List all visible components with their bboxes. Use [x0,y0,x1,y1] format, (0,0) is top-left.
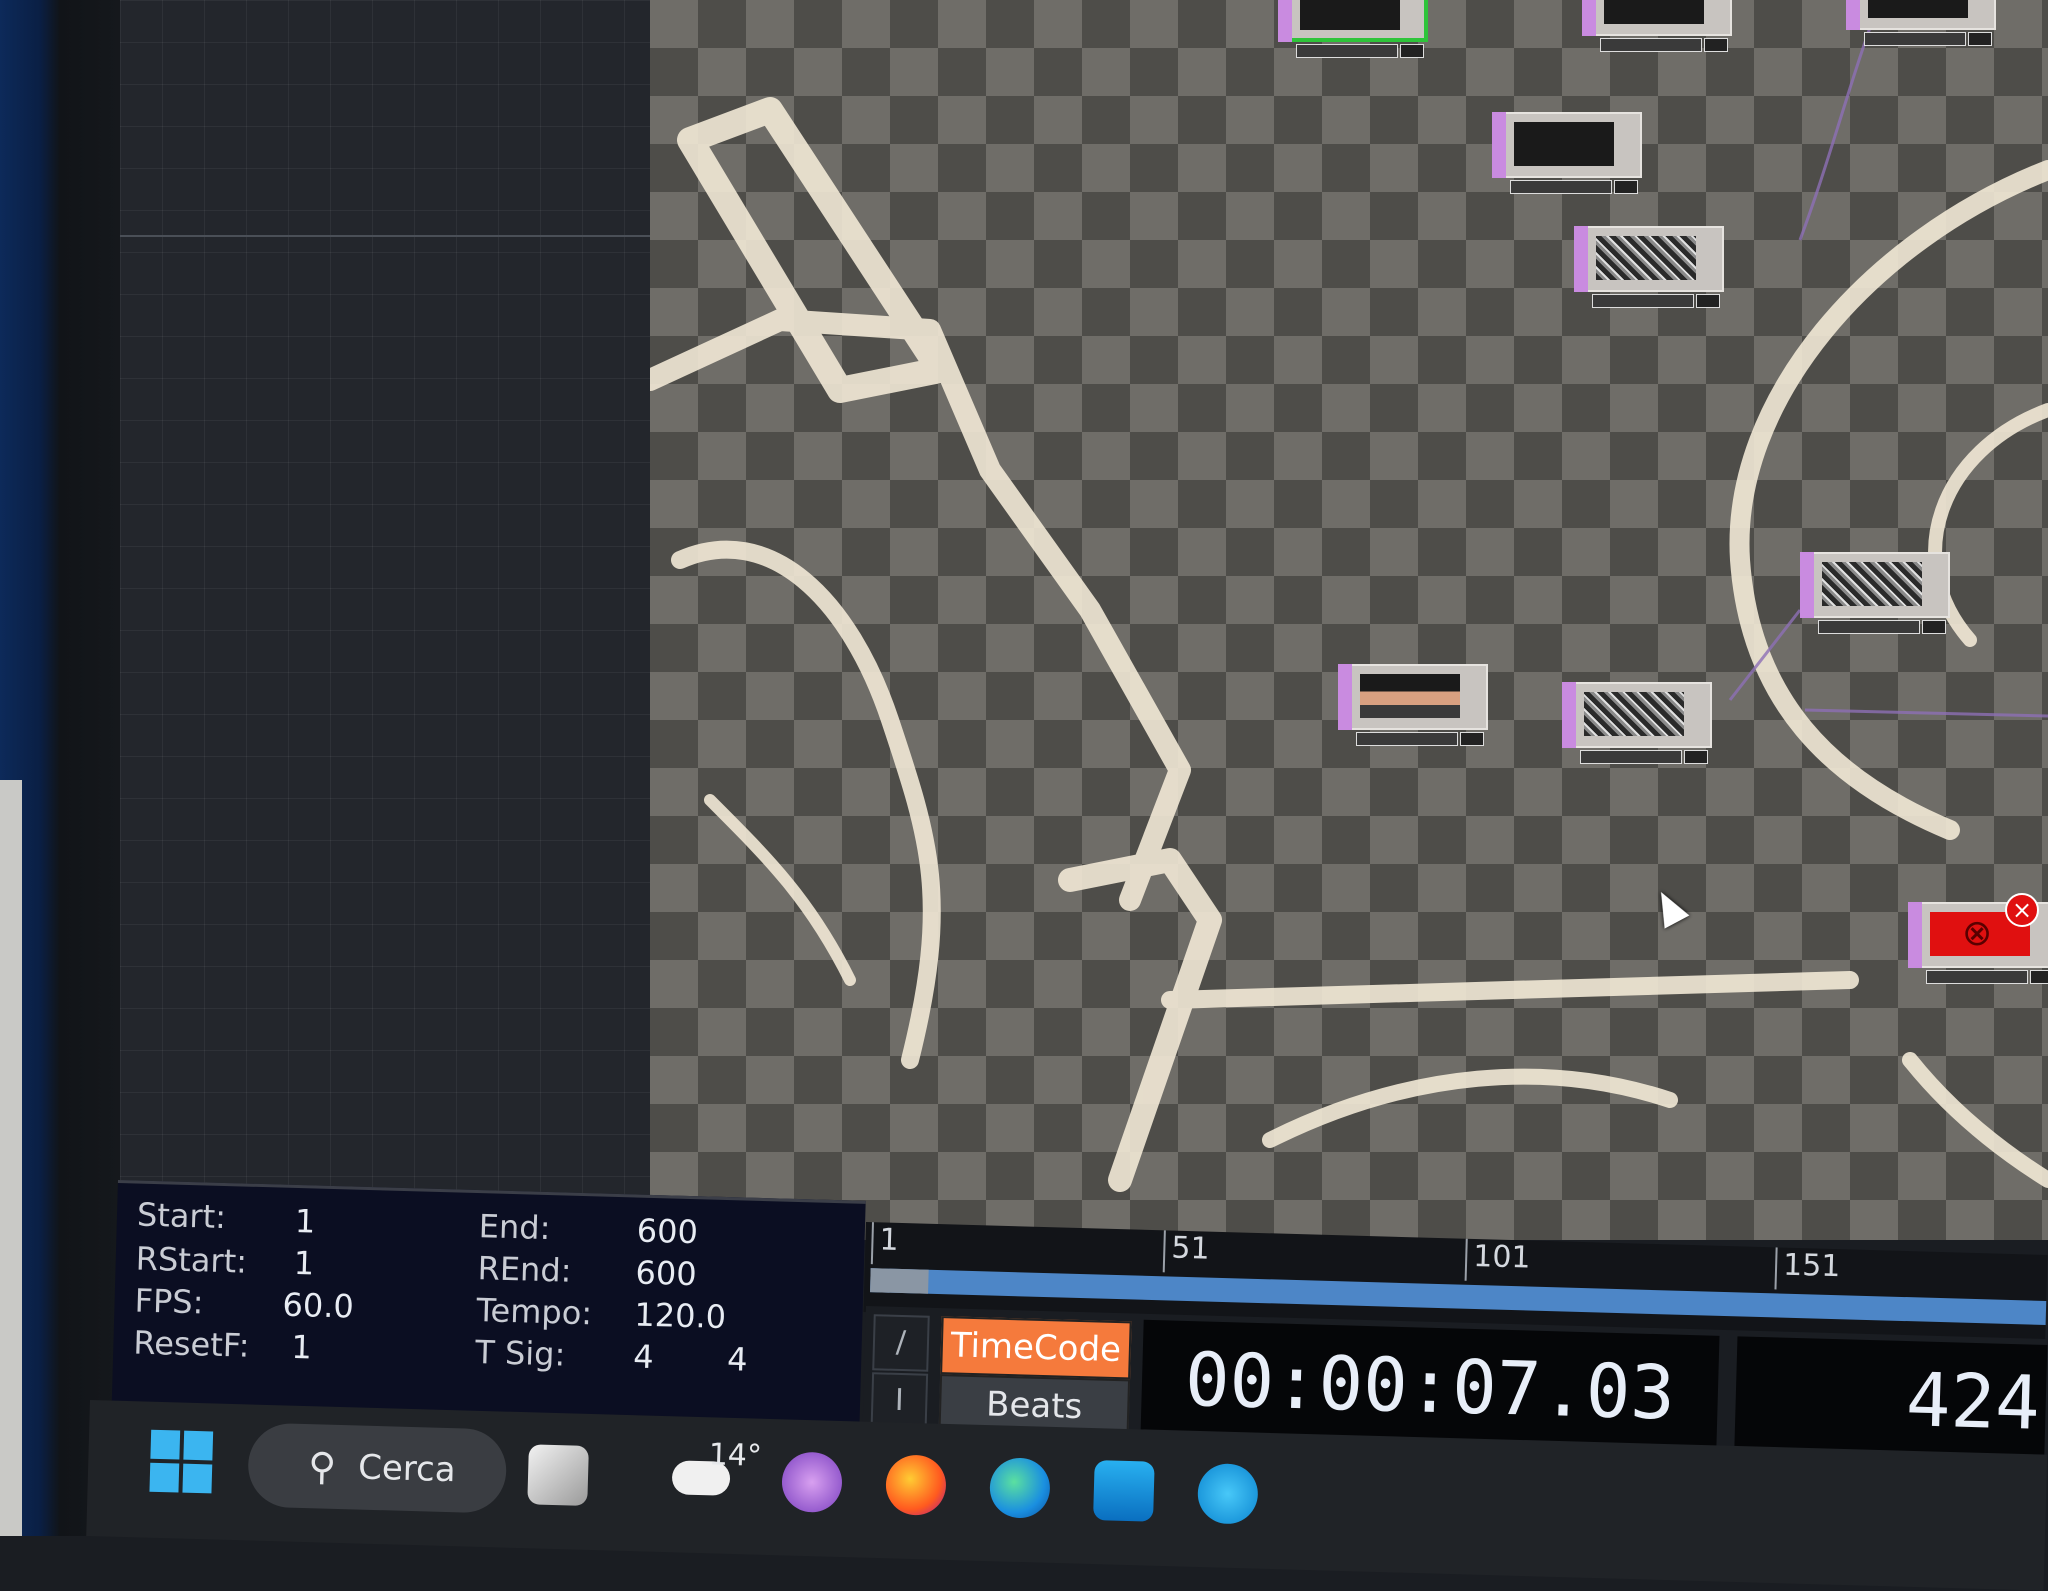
node-ports[interactable] [1614,180,1638,194]
node-flag[interactable] [1574,226,1588,292]
timecode-mode-button[interactable]: TimeCode [940,1316,1132,1380]
start-label: Start: [136,1195,227,1237]
node-preview [1584,692,1684,736]
tsig-numerator[interactable]: 4 [633,1337,654,1376]
network-editor-canvas[interactable] [650,0,2048,1240]
node-ports[interactable] [1400,44,1424,58]
node-ports[interactable] [1684,750,1708,764]
node-constant[interactable] [1492,112,1642,194]
node-videodevicein[interactable] [1278,0,1428,58]
resetf-value[interactable]: 1 [291,1328,312,1367]
tsig-label: T Sig: [474,1333,566,1374]
node-title [1864,32,1966,46]
rend-label: REnd: [477,1249,573,1290]
node-preview [1360,674,1460,718]
ruler-tick: 151 [1774,1247,1841,1292]
desk-edge [0,780,22,1536]
node-ports[interactable] [1460,732,1484,746]
ruler-tick: 51 [1162,1230,1211,1274]
node-flag[interactable] [1582,0,1596,36]
tempo-value[interactable]: 120.0 [634,1295,727,1336]
taskbar-search[interactable]: ⚲ Cerca [247,1422,508,1514]
node-ports[interactable] [1922,620,1946,634]
node-flag[interactable] [1908,902,1922,968]
task-view-icon[interactable] [527,1444,589,1506]
edge-icon[interactable] [989,1457,1051,1519]
rstart-label: RStart: [135,1239,248,1281]
node-title [1510,180,1612,194]
node-flag[interactable] [1846,0,1860,30]
store-icon[interactable] [1093,1460,1155,1522]
playhead-handle[interactable] [870,1268,929,1294]
node-title [1296,44,1398,58]
ruler-tick: 101 [1464,1238,1532,1283]
fps-label: FPS: [134,1281,204,1322]
app-icon[interactable] [1196,1462,1259,1525]
monitor-bezel [0,0,120,1536]
node-preview [1604,0,1704,24]
frame-display[interactable]: 424 [1734,1336,2048,1463]
node-top-right[interactable] [1846,0,1996,46]
node-noise[interactable] [1574,226,1724,308]
search-label: Cerca [357,1447,457,1491]
node-flag[interactable] [1800,552,1814,618]
node-preview [1300,0,1400,30]
video-call-icon[interactable] [781,1451,843,1514]
search-icon: ⚲ [307,1444,337,1489]
node-preview [1822,562,1922,606]
tsig-denominator[interactable]: 4 [727,1340,748,1379]
node-flag[interactable] [1492,112,1506,178]
firefox-icon[interactable] [885,1454,947,1516]
node-ports[interactable] [1968,32,1992,46]
node-title [1926,970,2028,984]
node-ports[interactable] [1704,38,1728,52]
error-badge-icon[interactable]: × [2005,893,2039,927]
windows-start-icon[interactable] [149,1429,214,1494]
node-preview [1596,236,1696,280]
node-title [1818,620,1920,634]
rstart-value[interactable]: 1 [293,1244,314,1283]
tempo-label: Tempo: [475,1291,593,1333]
node-flag[interactable] [1562,682,1576,748]
node-title [1600,38,1702,52]
node-ports[interactable] [2030,970,2048,984]
left-parameter-pane[interactable] [120,0,675,1195]
node-title [1356,732,1458,746]
pane-divider [120,235,675,237]
node-preview [1868,0,1968,18]
node-title [1580,750,1682,764]
node-title [1592,294,1694,308]
node-preview [1514,122,1614,166]
node-ports[interactable] [1696,294,1720,308]
end-value[interactable]: 600 [636,1212,698,1252]
node-flag[interactable] [1278,0,1292,42]
ruler-tick: 1 [870,1222,900,1265]
resetf-label: ResetF: [132,1323,251,1365]
slash-toggle-button[interactable]: / [872,1314,930,1372]
node-top-middle[interactable] [1582,0,1732,52]
fps-value[interactable]: 60.0 [282,1286,354,1326]
start-value[interactable]: 1 [294,1202,315,1241]
node-flag[interactable] [1338,664,1352,730]
node-videodevicein-2[interactable] [1338,664,1488,746]
rend-value[interactable]: 600 [635,1253,697,1293]
weather-temp: 14° [708,1437,763,1474]
node-edge[interactable] [1562,682,1712,764]
end-label: End: [478,1207,551,1248]
node-right-middle[interactable] [1800,552,1950,634]
